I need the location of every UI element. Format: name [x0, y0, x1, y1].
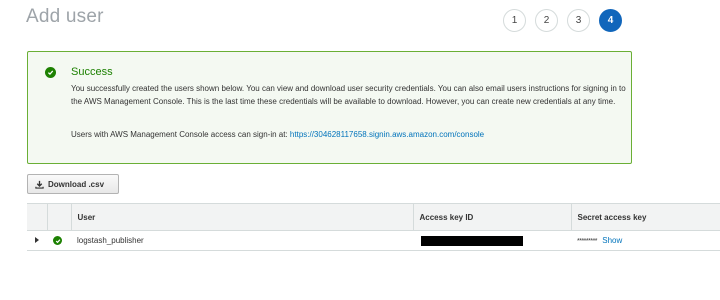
- expand-cell[interactable]: [27, 230, 47, 251]
- header-expand: [27, 203, 48, 231]
- page-title: Add user: [26, 6, 104, 27]
- wizard-steps: 1 2 3 4: [503, 9, 631, 32]
- console-signin-label: Users with AWS Management Console access…: [71, 130, 288, 139]
- download-icon: [35, 180, 44, 189]
- download-csv-button[interactable]: Download .csv: [27, 174, 119, 194]
- download-csv-label: Download .csv: [48, 179, 105, 189]
- step-4: 4: [599, 9, 622, 32]
- success-alert: Success You successfully created the use…: [27, 51, 632, 164]
- step-1[interactable]: 1: [503, 9, 526, 32]
- step-3[interactable]: 3: [567, 9, 590, 32]
- add-user-page: Add user 1 2 3 4 Success You successfull…: [0, 0, 720, 300]
- success-title: Success: [71, 66, 113, 78]
- access-key-id-cell: [413, 230, 571, 251]
- masked-secret-key: *********: [577, 238, 598, 245]
- header-user[interactable]: User: [71, 203, 414, 231]
- success-message: You successfully created the users shown…: [71, 84, 626, 106]
- user-name-cell: logstash_publisher: [71, 230, 413, 251]
- status-cell: [47, 230, 71, 251]
- step-2[interactable]: 2: [535, 9, 558, 32]
- check-circle-icon: [45, 67, 56, 78]
- table-header-row: User Access key ID Secret access key: [27, 203, 720, 231]
- header-secret-access-key[interactable]: Secret access key: [571, 203, 720, 231]
- caret-right-icon[interactable]: [35, 237, 39, 243]
- console-signin-line: Users with AWS Management Console access…: [71, 130, 484, 139]
- check-circle-icon: [53, 236, 62, 245]
- redacted-access-key: [421, 235, 523, 246]
- secret-access-key-cell: ********* Show: [571, 230, 720, 251]
- show-secret-link[interactable]: Show: [602, 236, 622, 245]
- console-signin-link[interactable]: https://304628117658.signin.aws.amazon.c…: [290, 130, 484, 139]
- header-access-key-id[interactable]: Access key ID: [413, 203, 572, 231]
- header-status: [47, 203, 72, 231]
- users-table: User Access key ID Secret access key log…: [27, 203, 720, 251]
- table-row: logstash_publisher ********* Show: [27, 230, 720, 251]
